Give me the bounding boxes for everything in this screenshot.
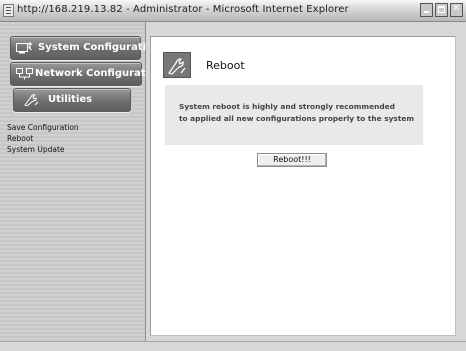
menu-label: System Configuration: [38, 42, 161, 53]
monitor-settings-icon: [16, 42, 32, 54]
tools-icon: [24, 94, 39, 106]
ie-page-icon: [3, 4, 14, 17]
left-nav-frame: System Configuration Network Configurati…: [0, 22, 163, 341]
utilities-button[interactable]: Utilities: [13, 88, 131, 112]
message-line: System reboot is highly and strongly rec…: [179, 102, 395, 111]
submenu-item-save-configuration[interactable]: Save Configuration: [7, 122, 79, 133]
content-panel: Reboot System reboot is highly and stron…: [150, 36, 456, 336]
submenu-item-reboot[interactable]: Reboot: [7, 133, 79, 144]
network-configuration-button[interactable]: Network Configuration: [10, 62, 163, 86]
maximize-icon[interactable]: [435, 3, 448, 17]
submenu-item-system-update[interactable]: System Update: [7, 144, 79, 155]
message-line: to applied all new configurations proper…: [179, 114, 415, 123]
system-configuration-button[interactable]: System Configuration: [10, 36, 160, 60]
network-computers-icon: [16, 68, 33, 80]
page-title: Reboot: [206, 59, 245, 72]
minimize-icon[interactable]: [420, 3, 433, 17]
main-frame: Reboot System reboot is highly and stron…: [146, 22, 466, 341]
reboot-message-box: System reboot is highly and strongly rec…: [165, 85, 423, 145]
menu-label: Network Configuration: [35, 68, 163, 79]
reboot-button[interactable]: Reboot!!!: [257, 153, 327, 167]
status-bar: [0, 341, 466, 351]
window-controls: [420, 3, 463, 17]
window-title: http://168.219.13.82 - Administrator - M…: [17, 4, 349, 15]
utilities-submenu: Save Configuration Reboot System Update: [7, 122, 79, 155]
close-icon[interactable]: [450, 3, 463, 17]
menu-label: Utilities: [48, 94, 93, 105]
reboot-message: System reboot is highly and strongly rec…: [179, 101, 414, 125]
tools-icon: [163, 52, 191, 78]
window-titlebar: http://168.219.13.82 - Administrator - M…: [0, 0, 466, 22]
